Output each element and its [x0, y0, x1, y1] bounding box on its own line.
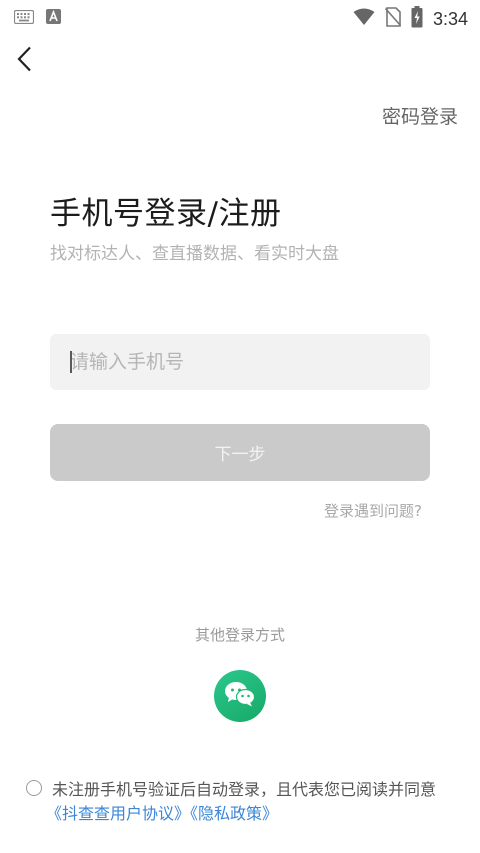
status-bar-right: 3:34 — [353, 6, 468, 32]
password-login-link[interactable]: 密码登录 — [382, 102, 458, 129]
agreement-text: 未注册手机号验证后自动登录，且代表您已阅读并同意 — [52, 780, 437, 799]
agreement-links: 《抖查查用户协议》《隐私政策》 — [46, 800, 278, 824]
phone-input[interactable] — [50, 334, 430, 390]
wechat-icon — [224, 680, 256, 712]
privacy-policy-link[interactable]: 《隐私政策》 — [190, 804, 278, 823]
phone-input-container — [50, 334, 430, 390]
keyboard-icon — [13, 9, 35, 28]
status-bar: 3:34 — [0, 0, 480, 34]
wechat-login-button[interactable] — [214, 670, 266, 722]
other-login-label: 其他登录方式 — [194, 626, 285, 644]
wifi-icon — [353, 8, 375, 30]
battery-charging-icon — [411, 6, 423, 32]
page-subtitle: 找对标达人、查直播数据、看实时大盘 — [50, 244, 339, 264]
no-sim-icon — [384, 7, 402, 31]
a-badge-icon — [46, 9, 61, 28]
status-bar-left — [13, 9, 61, 28]
user-agreement-link[interactable]: 《抖查查用户协议》 — [46, 804, 190, 823]
back-button[interactable] — [10, 44, 38, 78]
login-trouble-link[interactable]: 登录遇到问题? — [324, 500, 422, 521]
page-title: 手机号登录/注册 — [50, 196, 282, 232]
status-time: 3:34 — [432, 8, 468, 29]
agreement-radio[interactable] — [26, 780, 42, 796]
chevron-left-icon — [16, 46, 32, 76]
next-step-button[interactable]: 下一步 — [50, 424, 430, 481]
text-cursor — [70, 351, 72, 373]
